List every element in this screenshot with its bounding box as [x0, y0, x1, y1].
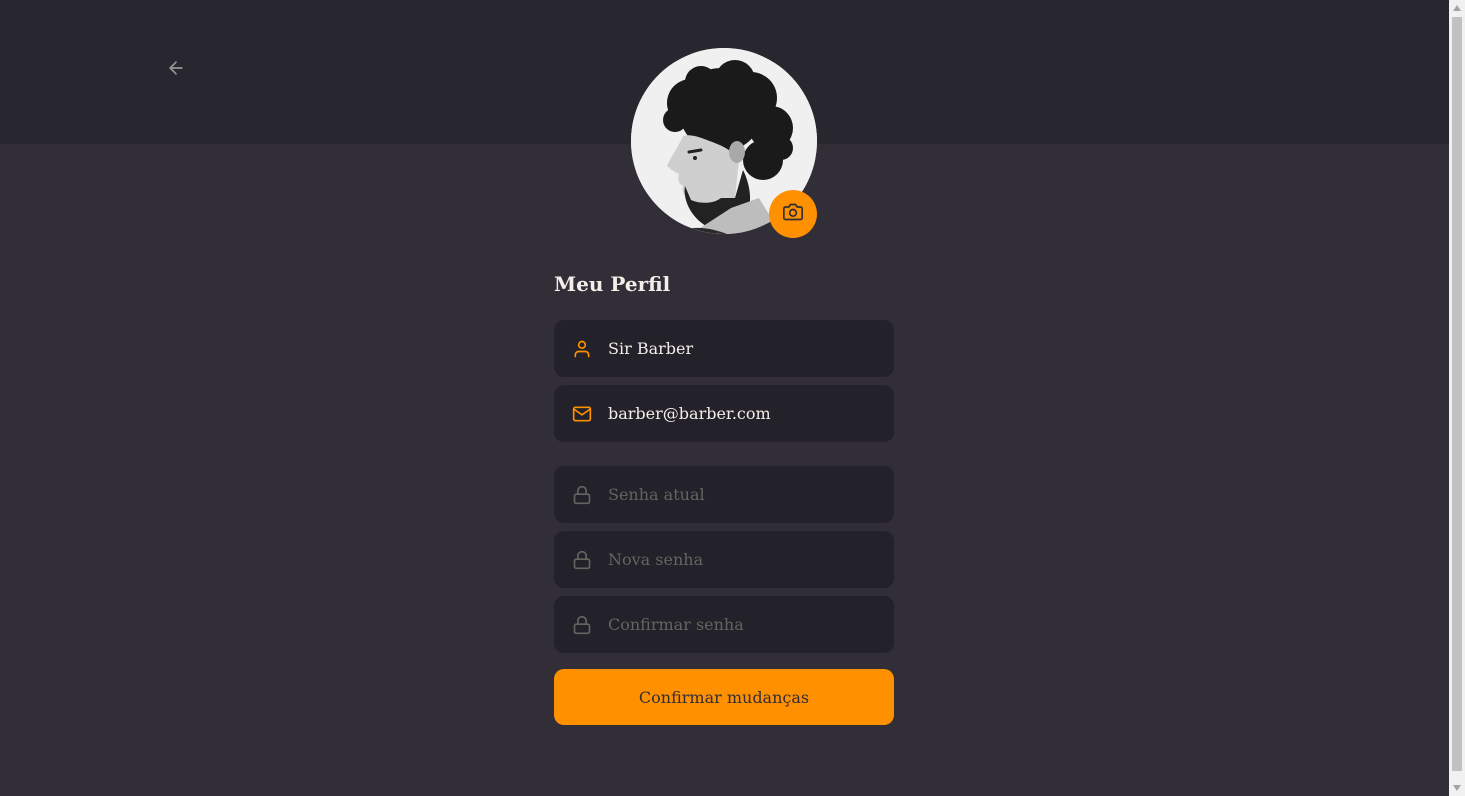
new-password-field[interactable]	[554, 531, 894, 588]
name-field[interactable]	[554, 320, 894, 377]
mail-icon	[572, 404, 592, 424]
avatar-container	[631, 48, 817, 238]
scrollbar-thumb[interactable]	[1452, 17, 1462, 771]
email-field[interactable]	[554, 385, 894, 442]
confirm-password-field[interactable]	[554, 596, 894, 653]
email-input[interactable]	[608, 385, 894, 442]
profile-form: Meu Perfil Sir Barber barber@barber.com …	[554, 262, 894, 725]
old-password-field[interactable]	[554, 466, 894, 523]
lock-icon	[572, 550, 592, 570]
change-avatar-button[interactable]	[769, 190, 817, 238]
scroll-up-arrow-icon[interactable]	[1449, 0, 1465, 16]
user-icon	[572, 339, 592, 359]
lock-icon	[572, 615, 592, 635]
lock-icon	[572, 485, 592, 505]
name-input[interactable]	[608, 320, 894, 377]
scroll-down-arrow-icon[interactable]	[1449, 780, 1465, 796]
new-password-input[interactable]	[608, 531, 894, 588]
camera-icon	[783, 202, 803, 226]
page-title: Meu Perfil	[554, 272, 671, 296]
confirm-password-input[interactable]	[608, 596, 894, 653]
vertical-scrollbar[interactable]	[1449, 0, 1465, 796]
back-button[interactable]	[162, 56, 190, 84]
confirm-changes-button[interactable]: Confirmar mudanças	[554, 669, 894, 725]
profile-page: Meu Perfil Sir Barber barber@barber.com …	[0, 0, 1449, 796]
arrow-left-icon	[166, 58, 186, 82]
old-password-input[interactable]	[608, 466, 894, 523]
